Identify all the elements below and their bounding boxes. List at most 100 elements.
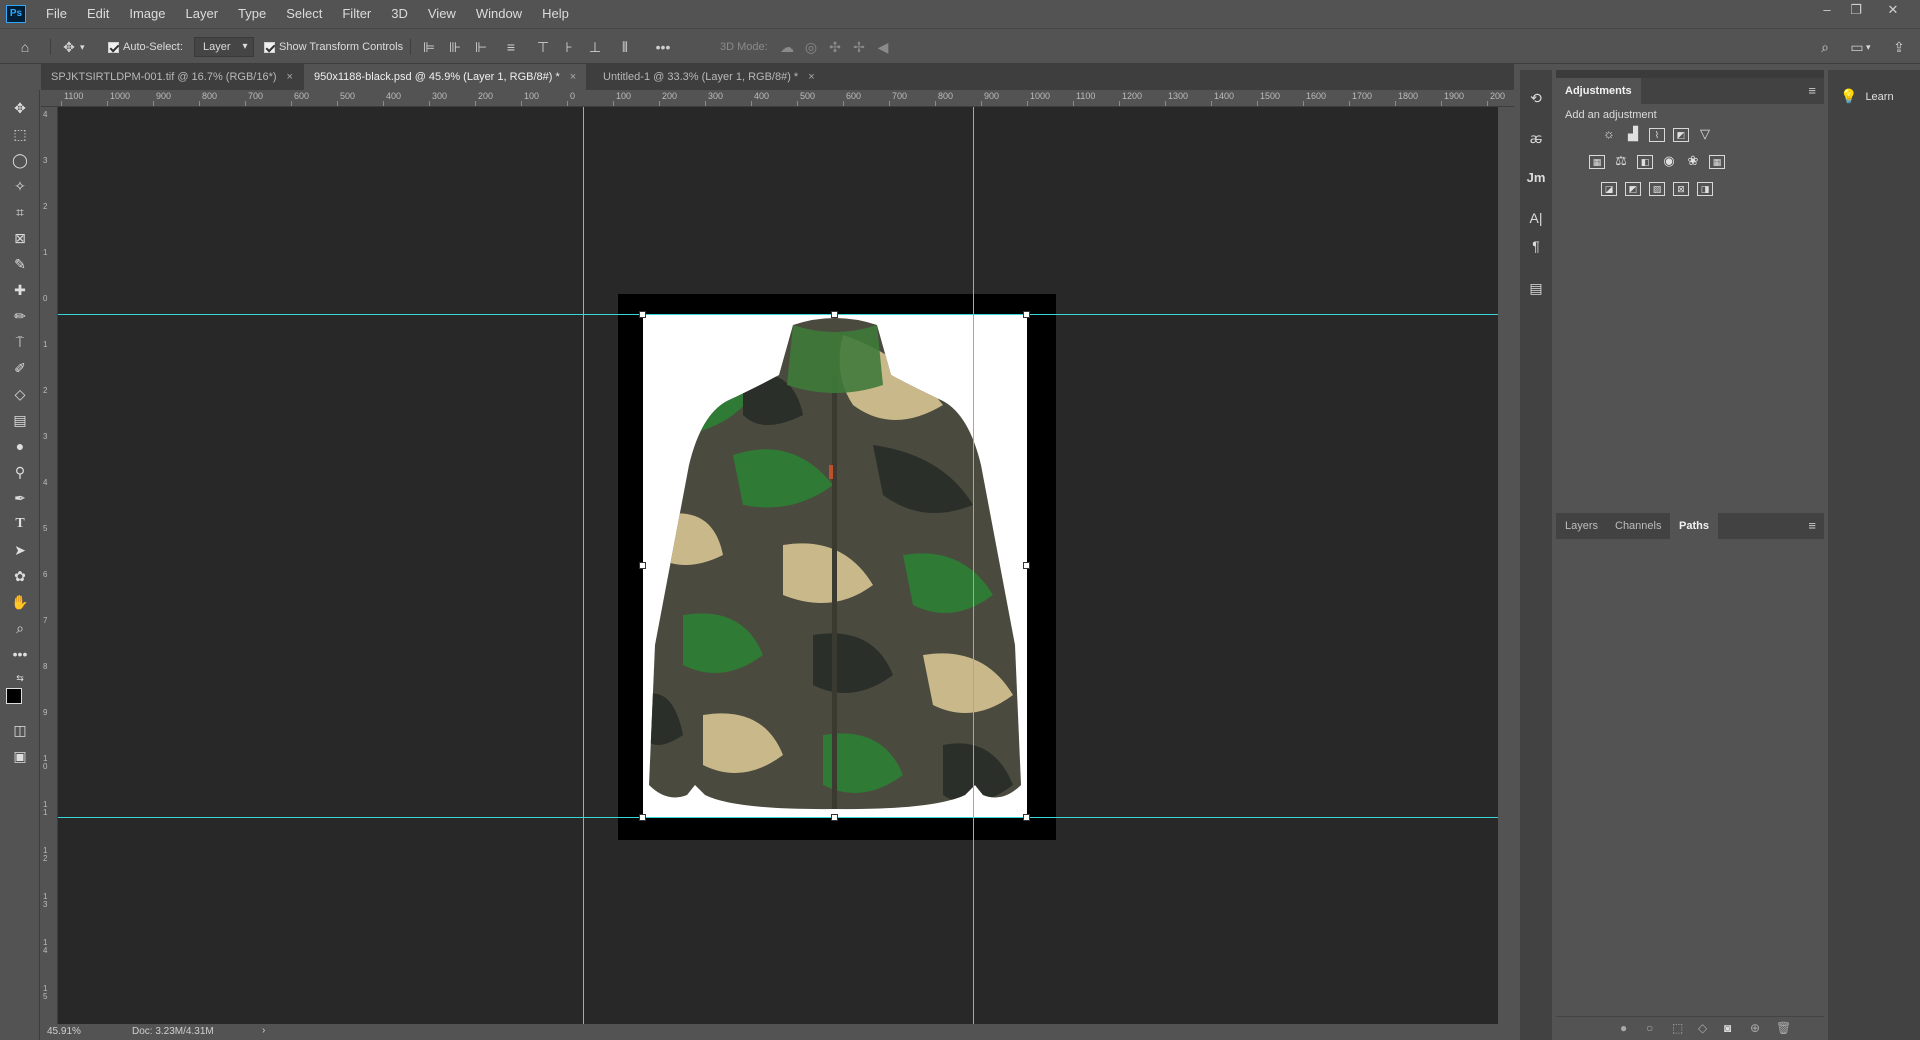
tab-document-2[interactable]: 950x1188-black.psd @ 45.9% (Layer 1, RGB… [304,64,587,90]
restore-window-button[interactable]: ❐ [1843,0,1869,20]
vibrance-icon[interactable]: ▽ [1697,127,1713,142]
menu-layer[interactable]: Layer [176,0,229,27]
add-mask-icon[interactable]: ◙ [1724,1021,1731,1035]
menu-image[interactable]: Image [119,0,175,27]
transform-handle[interactable] [639,311,646,318]
clone-stamp-icon[interactable]: ⍑ [10,332,30,352]
3d-roll-icon[interactable]: ◎ [802,38,820,56]
new-path-icon[interactable]: ⊕ [1750,1021,1760,1035]
tab-adjustments[interactable]: Adjustments [1556,78,1641,104]
character-style-icon[interactable]: ꬱ [1526,128,1546,148]
dodge-tool-icon[interactable]: ⚲ [10,462,30,482]
paragraph-icon[interactable]: ¶ [1526,236,1546,256]
menu-file[interactable]: File [36,0,77,27]
align-right-edges-icon[interactable]: ⊩ [472,38,490,56]
swap-colors-icon[interactable]: ⇆ [10,668,30,688]
menu-filter[interactable]: Filter [332,0,381,27]
more-options-icon[interactable]: ••• [654,38,672,56]
menu-view[interactable]: View [418,0,466,27]
make-work-path-icon[interactable]: ◇ [1698,1021,1707,1035]
photo-filter-icon[interactable]: ◉ [1661,154,1677,169]
menu-edit[interactable]: Edit [77,0,119,27]
brush-tool-icon[interactable]: ✏ [10,306,30,326]
distribute-vertically-icon[interactable]: ≡ [502,38,520,56]
delete-path-icon[interactable]: 🗑 [1776,1021,1791,1035]
edit-toolbar-icon[interactable]: ••• [10,644,30,664]
glyphs-icon[interactable]: Jm [1526,168,1546,188]
align-left-edges-icon[interactable]: ⊫ [420,38,438,56]
auto-select-target-dropdown[interactable]: Layer [194,37,254,57]
share-icon[interactable]: ⇪ [1890,38,1908,56]
close-window-button[interactable]: ✕ [1880,0,1906,20]
3d-orbit-icon[interactable]: ☁ [778,38,796,56]
align-horizontal-centers-icon[interactable]: ⊪ [446,38,464,56]
guide-vertical[interactable] [973,107,974,1024]
show-transform-check-icon[interactable] [264,41,275,53]
stroke-path-icon[interactable]: ○ [1646,1021,1653,1035]
transform-handle[interactable] [831,814,838,821]
zoom-tool-icon[interactable]: ⌕ [10,618,30,638]
tab-document-3[interactable]: Untitled-1 @ 33.3% (Layer 1, RGB/8#) * × [593,64,825,90]
selective-color-icon[interactable]: ⊠ [1673,182,1689,196]
invert-icon[interactable]: ◪ [1601,182,1617,196]
hue-saturation-icon[interactable]: ▦ [1589,155,1605,169]
channel-mixer-icon[interactable]: ❀ [1685,154,1701,169]
crop-tool-icon[interactable]: ⌗ [10,202,30,222]
menu-3d[interactable]: 3D [381,0,418,27]
guide-horizontal[interactable] [58,314,1498,315]
gradient-map-icon[interactable]: ◨ [1697,182,1713,196]
guide-horizontal[interactable] [58,817,1498,818]
menu-select[interactable]: Select [276,0,332,27]
transform-handle[interactable] [639,814,646,821]
history-icon[interactable]: ⟲ [1526,88,1546,108]
exposure-icon[interactable]: ◩ [1673,128,1689,142]
path-selection-icon[interactable]: ➤ [10,540,30,560]
3d-pan-icon[interactable]: ✣ [826,38,844,56]
libraries-icon[interactable]: ▤ [1526,278,1546,298]
screen-mode-icon[interactable]: ▣ [10,746,30,766]
frame-tool-icon[interactable]: ⊠ [10,228,30,248]
show-transform-controls-checkbox[interactable]: Show Transform Controls [264,37,403,57]
eraser-tool-icon[interactable]: ◇ [10,384,30,404]
close-tab-icon[interactable]: × [808,71,814,83]
layer-1-image[interactable] [643,315,1027,817]
threshold-icon[interactable]: ▨ [1649,182,1665,196]
search-icon[interactable]: ⌕ [1816,38,1834,56]
hand-tool-icon[interactable]: ✋ [10,592,30,612]
3d-slide-icon[interactable]: ✢ [850,38,868,56]
move-tool-icon[interactable]: ✥ [10,98,30,118]
zoom-level[interactable]: 45.91% [47,1026,81,1037]
transform-handle[interactable] [1023,562,1030,569]
transform-handle[interactable] [831,311,838,318]
quick-mask-icon[interactable]: ◫ [10,720,30,740]
align-top-edges-icon[interactable]: ⊤ [534,38,552,56]
transform-handle[interactable] [639,562,646,569]
gradient-tool-icon[interactable]: ▤ [10,410,30,430]
move-tool-icon[interactable]: ✥ [60,38,78,56]
magic-wand-icon[interactable]: ✧ [10,176,30,196]
color-lookup-icon[interactable]: ▦ [1709,155,1725,169]
tab-paths[interactable]: Paths [1670,513,1718,539]
tab-document-1[interactable]: SPJKTSIRTLDPM-001.tif @ 16.7% (RGB/16*) × [41,64,303,90]
posterize-icon[interactable]: ◩ [1625,182,1641,196]
distribute-horizontally-icon[interactable]: ⫴ [616,38,634,56]
align-bottom-edges-icon[interactable]: ⊥ [586,38,604,56]
document-canvas[interactable] [58,107,1498,1024]
close-tab-icon[interactable]: × [287,71,293,83]
minimize-window-button[interactable]: – [1814,0,1840,20]
menu-window[interactable]: Window [466,0,532,27]
character-icon[interactable]: A| [1526,208,1546,228]
blur-tool-icon[interactable]: ● [10,436,30,456]
3d-scale-icon[interactable]: ◀ [874,38,892,56]
learn-button[interactable]: 💡 Learn [1840,88,1894,105]
pen-tool-icon[interactable]: ✒ [10,488,30,508]
type-tool-icon[interactable]: T [10,514,30,534]
status-menu-icon[interactable]: › [262,1025,265,1036]
load-selection-icon[interactable]: ⬚ [1672,1021,1683,1035]
workspace-chevron-icon[interactable]: ▾ [1866,42,1871,53]
tab-channels[interactable]: Channels [1606,513,1670,539]
lasso-tool-icon[interactable]: ◯ [10,150,30,170]
tool-preset-chevron-icon[interactable]: ▾ [80,42,85,53]
levels-icon[interactable]: ▟ [1625,127,1641,142]
black-white-icon[interactable]: ◧ [1637,155,1653,169]
